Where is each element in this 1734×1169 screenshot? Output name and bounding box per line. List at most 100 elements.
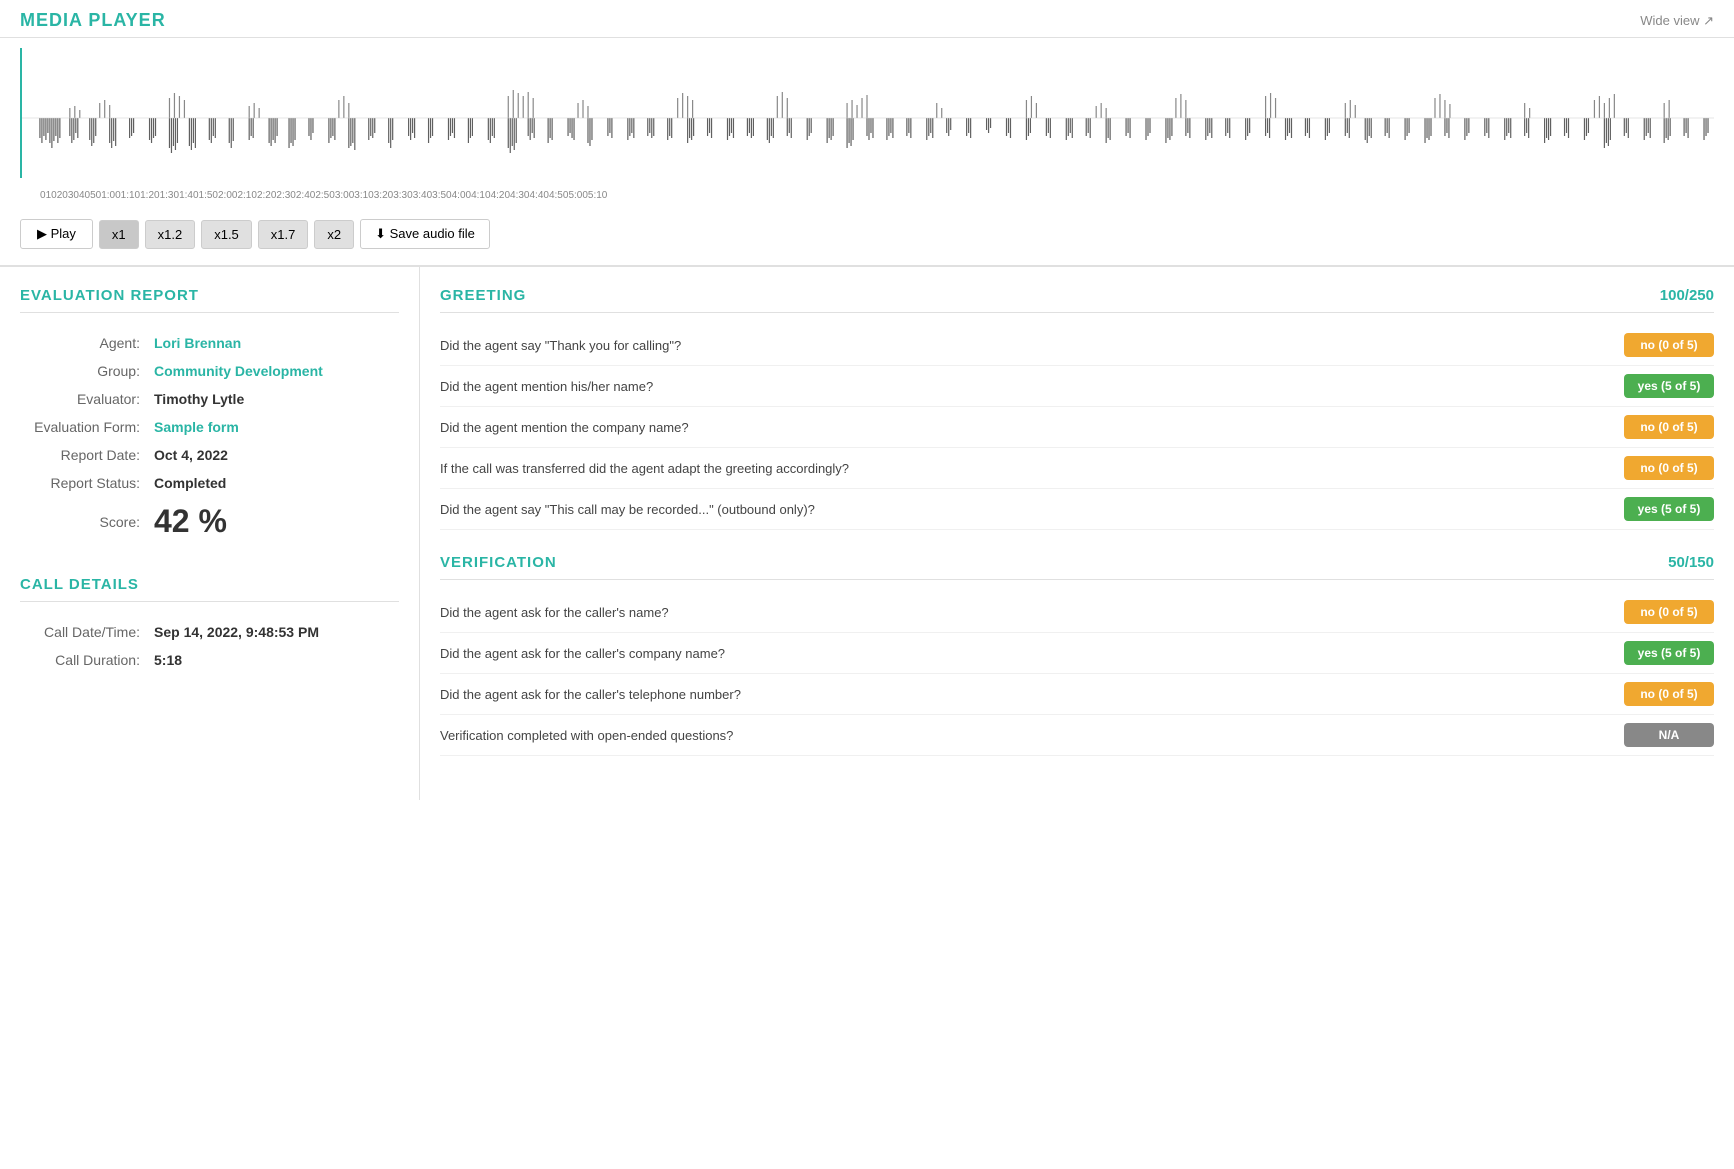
timeline-label: 5:00 xyxy=(568,190,587,201)
timeline-label: 3:10 xyxy=(354,190,373,201)
evaluation-report-section: EVALUATION REPORT Agent: Lori Brennan Gr… xyxy=(20,287,399,546)
verification-q2: Did the agent ask for the caller's compa… xyxy=(440,633,1714,674)
evaluator-value: Timothy Lytle xyxy=(154,391,244,407)
speed-x1-5-button[interactable]: x1.5 xyxy=(201,220,252,249)
table-row: Call Date/Time: Sep 14, 2022, 9:48:53 PM xyxy=(20,618,399,646)
timeline-label: 50 xyxy=(90,190,101,201)
timeline-label: 1:10 xyxy=(121,190,140,201)
speed-x2-button[interactable]: x2 xyxy=(314,220,354,249)
table-row: Score: 42 % xyxy=(20,497,399,546)
timeline-label: 1:20 xyxy=(140,190,159,201)
greeting-section: GREETING 100/250 Did the agent say "Than… xyxy=(440,287,1714,530)
greeting-q1: Did the agent say "Thank you for calling… xyxy=(440,325,1714,366)
table-row: Evaluator: Timothy Lytle xyxy=(20,385,399,413)
call-details-title: CALL DETAILS xyxy=(20,576,399,602)
timeline-label: 3:20 xyxy=(374,190,393,201)
verification-q2-text: Did the agent ask for the caller's compa… xyxy=(440,646,1624,661)
greeting-q3-text: Did the agent mention the company name? xyxy=(440,420,1624,435)
controls-bar: ▶ Play x1 x1.2 x1.5 x1.7 x2 ⬇ Save audio… xyxy=(0,209,1734,267)
greeting-q3: Did the agent mention the company name? … xyxy=(440,407,1714,448)
timeline-label: 4:40 xyxy=(530,190,549,201)
speed-x1-7-button[interactable]: x1.7 xyxy=(258,220,309,249)
timeline-label: 4:30 xyxy=(510,190,529,201)
greeting-q5-badge: yes (5 of 5) xyxy=(1624,497,1714,521)
greeting-q4-text: If the call was transferred did the agen… xyxy=(440,461,1624,476)
timeline-label: 30 xyxy=(68,190,79,201)
speed-x1-2-button[interactable]: x1.2 xyxy=(145,220,196,249)
eval-form-value[interactable]: Sample form xyxy=(154,419,239,435)
timeline-label: 1:40 xyxy=(179,190,198,201)
greeting-q1-badge: no (0 of 5) xyxy=(1624,333,1714,357)
greeting-header: GREETING 100/250 xyxy=(440,287,1714,313)
table-row: Report Date: Oct 4, 2022 xyxy=(20,441,399,469)
table-row: Call Duration: 5:18 xyxy=(20,646,399,674)
greeting-q5-text: Did the agent say "This call may be reco… xyxy=(440,502,1624,517)
play-button[interactable]: ▶ Play xyxy=(20,219,93,249)
field-label: Report Date: xyxy=(20,441,150,469)
verification-header: VERIFICATION 50/150 xyxy=(440,554,1714,580)
greeting-q4: If the call was transferred did the agen… xyxy=(440,448,1714,489)
timeline-label: 3:40 xyxy=(413,190,432,201)
greeting-q5: Did the agent say "This call may be reco… xyxy=(440,489,1714,530)
field-label: Call Duration: xyxy=(20,646,150,674)
group-value[interactable]: Community Development xyxy=(154,363,323,379)
score-value: 42 % xyxy=(154,503,227,539)
table-row: Group: Community Development xyxy=(20,357,399,385)
timeline-label: 4:50 xyxy=(549,190,568,201)
wide-view-link[interactable]: Wide view ↗ xyxy=(1640,13,1714,29)
report-date-value: Oct 4, 2022 xyxy=(154,447,228,463)
verification-q2-badge: yes (5 of 5) xyxy=(1624,641,1714,665)
call-details-section: CALL DETAILS Call Date/Time: Sep 14, 202… xyxy=(20,576,399,674)
greeting-q2-badge: yes (5 of 5) xyxy=(1624,374,1714,398)
timeline-label: 40 xyxy=(79,190,90,201)
timeline-label: 1:00 xyxy=(101,190,120,201)
greeting-q2: Did the agent mention his/her name? yes … xyxy=(440,366,1714,407)
timeline-label: 3:00 xyxy=(335,190,354,201)
agent-value[interactable]: Lori Brennan xyxy=(154,335,241,351)
right-panel: GREETING 100/250 Did the agent say "Than… xyxy=(420,267,1734,800)
greeting-title: GREETING xyxy=(440,287,526,304)
timeline-label: 5:10 xyxy=(588,190,607,201)
verification-q1: Did the agent ask for the caller's name?… xyxy=(440,592,1714,633)
timeline-label: 3:30 xyxy=(393,190,412,201)
media-player-title: MEDIA PLAYER xyxy=(20,10,166,31)
waveform-container[interactable]: 0 10 20 30 40 50 1:00 1:10 1:20 1:30 1:4… xyxy=(0,38,1734,209)
verification-q4-badge: N/A xyxy=(1624,723,1714,747)
verification-q3: Did the agent ask for the caller's telep… xyxy=(440,674,1714,715)
verification-q1-text: Did the agent ask for the caller's name? xyxy=(440,605,1624,620)
call-datetime-value: Sep 14, 2022, 9:48:53 PM xyxy=(154,624,319,640)
timeline-label: 3:50 xyxy=(432,190,451,201)
save-audio-button[interactable]: ⬇ Save audio file xyxy=(360,219,490,249)
verification-section: VERIFICATION 50/150 Did the agent ask fo… xyxy=(440,554,1714,756)
field-label: Report Status: xyxy=(20,469,150,497)
main-content: EVALUATION REPORT Agent: Lori Brennan Gr… xyxy=(0,267,1734,800)
field-label: Group: xyxy=(20,357,150,385)
field-label: Call Date/Time: xyxy=(20,618,150,646)
timeline-label: 4:20 xyxy=(491,190,510,201)
verification-q1-badge: no (0 of 5) xyxy=(1624,600,1714,624)
speed-x1-button[interactable]: x1 xyxy=(99,220,139,249)
field-label: Score: xyxy=(20,497,150,546)
waveform-canvas[interactable] xyxy=(20,48,1714,188)
timeline-label: 4:00 xyxy=(452,190,471,201)
greeting-q4-badge: no (0 of 5) xyxy=(1624,456,1714,480)
verification-score: 50/150 xyxy=(1668,554,1714,571)
timeline-label: 4:10 xyxy=(471,190,490,201)
report-status-value: Completed xyxy=(154,475,226,491)
table-row: Agent: Lori Brennan xyxy=(20,329,399,357)
playhead xyxy=(20,48,22,178)
timeline-label: 2:40 xyxy=(296,190,315,201)
timeline-label: 1:50 xyxy=(199,190,218,201)
evaluation-report-table: Agent: Lori Brennan Group: Community Dev… xyxy=(20,329,399,546)
timeline-label: 2:30 xyxy=(276,190,295,201)
call-details-table: Call Date/Time: Sep 14, 2022, 9:48:53 PM… xyxy=(20,618,399,674)
timeline-label: 1:30 xyxy=(160,190,179,201)
timeline-label: 10 xyxy=(46,190,57,201)
verification-q3-text: Did the agent ask for the caller's telep… xyxy=(440,687,1624,702)
table-row: Report Status: Completed xyxy=(20,469,399,497)
verification-q4-text: Verification completed with open-ended q… xyxy=(440,728,1624,743)
timeline-label: 2:00 xyxy=(218,190,237,201)
greeting-q2-text: Did the agent mention his/her name? xyxy=(440,379,1624,394)
media-player-header: MEDIA PLAYER Wide view ↗ xyxy=(0,0,1734,38)
timeline-label: 20 xyxy=(57,190,68,201)
